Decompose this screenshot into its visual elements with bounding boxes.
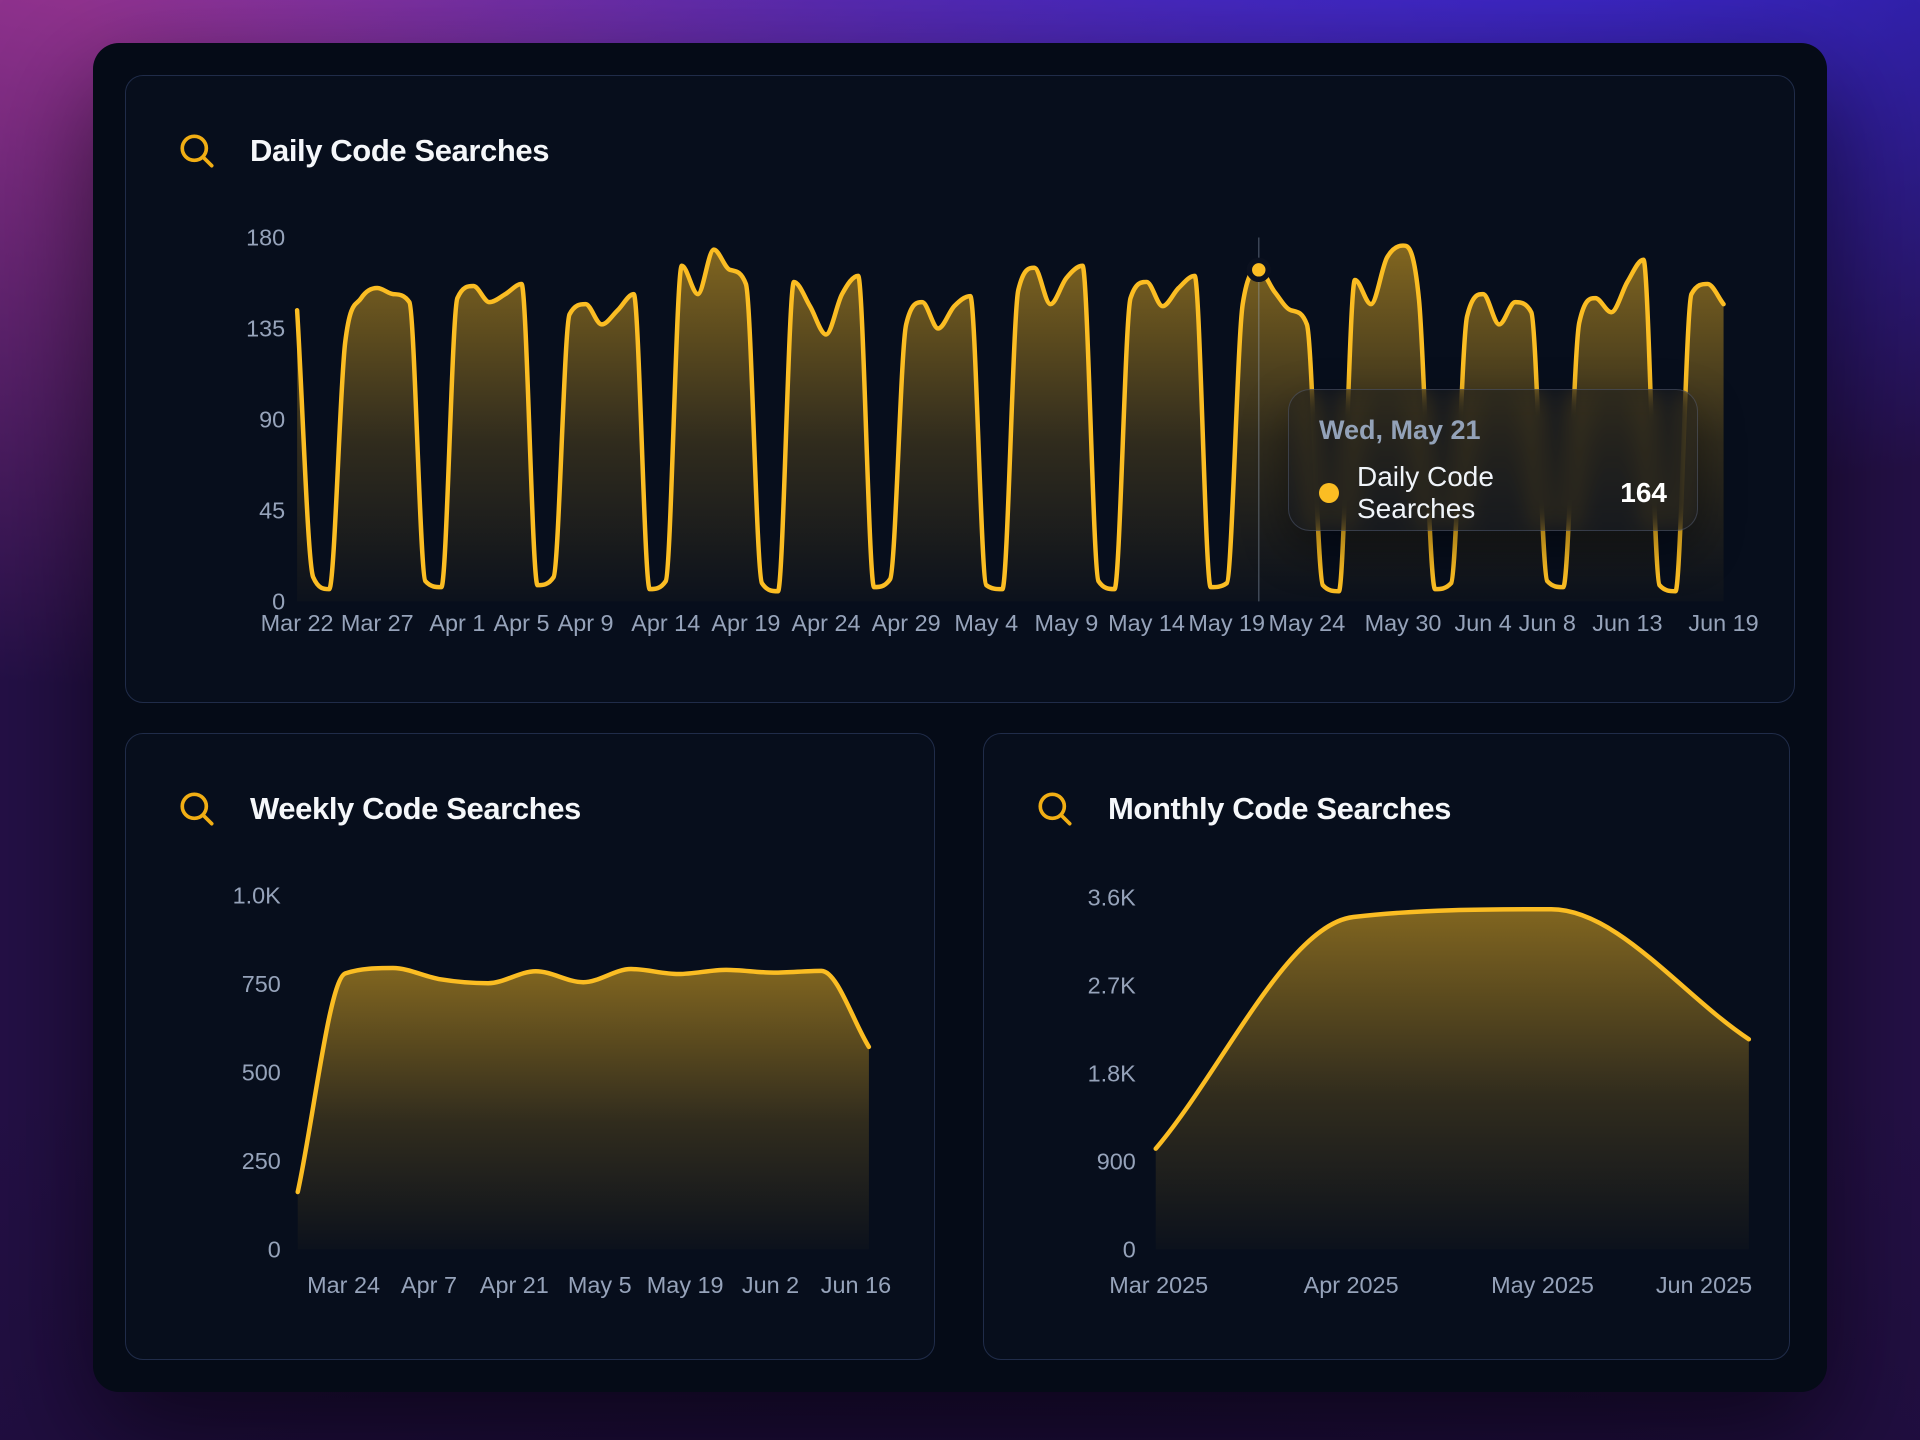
search-icon [178, 132, 216, 170]
area-fill [298, 968, 869, 1249]
app-window: 0 45 90 135 180 Mar 22 Mar 27 Apr 1 Apr 5 Apr 9 Ap… [93, 43, 1827, 1392]
x-axis-tick-label: Mar 2025 [1109, 1272, 1208, 1298]
x-axis-tick-label: Apr 24 [792, 610, 861, 636]
x-axis-tick-label: May 30 [1365, 610, 1442, 636]
monthly-card-header: Monthly Code Searches [1036, 790, 1451, 828]
y-axis-tick-label: 3.6K [1088, 884, 1137, 910]
search-icon [1036, 790, 1074, 828]
tooltip-value: 164 [1620, 477, 1667, 509]
tooltip-series-label: Daily Code Searches [1357, 461, 1602, 525]
y-axis-tick-label: 1.8K [1088, 1060, 1137, 1086]
x-axis-tick-label: Apr 21 [480, 1272, 549, 1298]
x-axis-tick-label: Apr 19 [711, 610, 780, 636]
y-axis-tick-label: 135 [246, 315, 285, 341]
tooltip-series-row: Daily Code Searches 164 [1319, 461, 1667, 525]
chart-tooltip: Wed, May 21 Daily Code Searches 164 [1288, 389, 1698, 531]
x-axis-tick-label: May 2025 [1491, 1272, 1594, 1298]
x-axis-tick-label: Jun 2025 [1656, 1272, 1752, 1298]
x-axis-tick-label: Apr 2025 [1304, 1272, 1399, 1298]
x-axis-tick-label: Apr 9 [558, 610, 614, 636]
y-axis-tick-label: 0 [268, 1236, 281, 1262]
y-axis-tick-label: 250 [242, 1148, 281, 1174]
x-axis-tick-label: Apr 7 [401, 1272, 457, 1298]
x-axis-tick-label: Jun 16 [821, 1272, 891, 1298]
wallpaper: { "colors": { "accent": "#fbbd23", "axis… [0, 0, 1920, 1440]
monthly-searches-card: 0 900 1.8K 2.7K 3.6K Mar 2025 Apr 2025 May 2025… [983, 733, 1790, 1360]
x-axis-tick-label: May 14 [1108, 610, 1185, 636]
highlight-dot [1249, 260, 1268, 279]
y-axis-tick-label: 500 [242, 1059, 281, 1085]
x-axis-tick-label: May 4 [954, 610, 1018, 636]
area-fill [1156, 909, 1749, 1249]
daily-searches-card: 04590135180Mar 22Mar 27Apr 1Apr 5Apr 9Ap… [125, 75, 1795, 703]
chart-title-monthly: Monthly Code Searches [1108, 791, 1451, 827]
x-axis-tick-label: Jun 4 [1455, 610, 1512, 636]
x-axis-tick-label: Jun 13 [1592, 610, 1662, 636]
y-axis-tick-label: 0 [1123, 1236, 1136, 1262]
x-axis-tick-label: May 24 [1268, 610, 1345, 636]
x-axis-tick-label: Apr 14 [631, 610, 700, 636]
tooltip-date: Wed, May 21 [1319, 415, 1667, 446]
y-axis-tick-label: 750 [242, 971, 281, 997]
y-axis-tick-label: 1.0K [233, 882, 282, 908]
x-axis-tick-label: Mar 24 [307, 1272, 380, 1298]
x-axis-tick-label: May 5 [568, 1272, 632, 1298]
chart-title-daily: Daily Code Searches [250, 133, 549, 169]
series-dot-icon [1319, 483, 1339, 503]
x-axis-tick-label: May 9 [1035, 610, 1099, 636]
x-axis-tick-label: Mar 27 [341, 610, 414, 636]
weekly-card-header: Weekly Code Searches [178, 790, 581, 828]
x-axis-tick-label: Jun 2 [742, 1272, 799, 1298]
chart-title-weekly: Weekly Code Searches [250, 791, 581, 827]
x-axis-tick-label: Apr 29 [872, 610, 941, 636]
y-axis-tick-label: 180 [246, 224, 285, 250]
y-axis-tick-label: 2.7K [1088, 972, 1137, 998]
daily-card-header: Daily Code Searches [178, 132, 549, 170]
y-axis-tick-label: 45 [259, 497, 285, 523]
y-axis-tick-label: 900 [1097, 1148, 1136, 1174]
x-axis-tick-label: Jun 8 [1519, 610, 1576, 636]
x-axis-tick-label: Apr 5 [494, 610, 550, 636]
y-axis-tick-label: 90 [259, 406, 285, 432]
x-axis-tick-label: Mar 22 [261, 610, 334, 636]
x-axis-tick-label: May 19 [1188, 610, 1265, 636]
search-icon [178, 790, 216, 828]
x-axis-tick-label: May 19 [647, 1272, 724, 1298]
x-axis-tick-label: Apr 1 [429, 610, 485, 636]
weekly-searches-card: 0 250 500 750 1.0K Mar 24 Apr 7 Apr 21 May 5 May … [125, 733, 935, 1360]
x-axis-tick-label: Jun 19 [1688, 610, 1758, 636]
